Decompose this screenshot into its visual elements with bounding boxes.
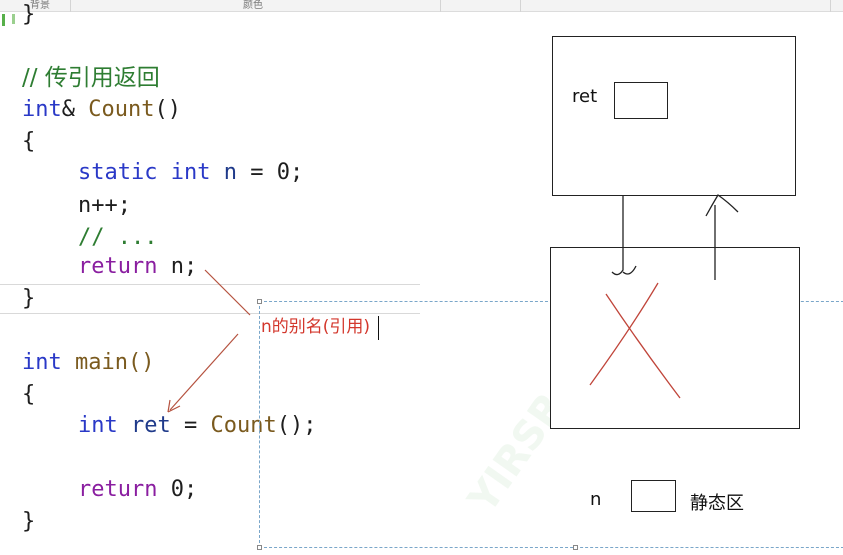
cross-out-stroke-1 xyxy=(589,282,659,386)
annotation-arrow-to-ret xyxy=(169,333,239,411)
annotation-arrow-to-return xyxy=(204,269,251,316)
arrow-down-into-count xyxy=(611,196,637,276)
arrow-up-into-main xyxy=(705,194,739,280)
drawing-strokes xyxy=(167,194,739,413)
